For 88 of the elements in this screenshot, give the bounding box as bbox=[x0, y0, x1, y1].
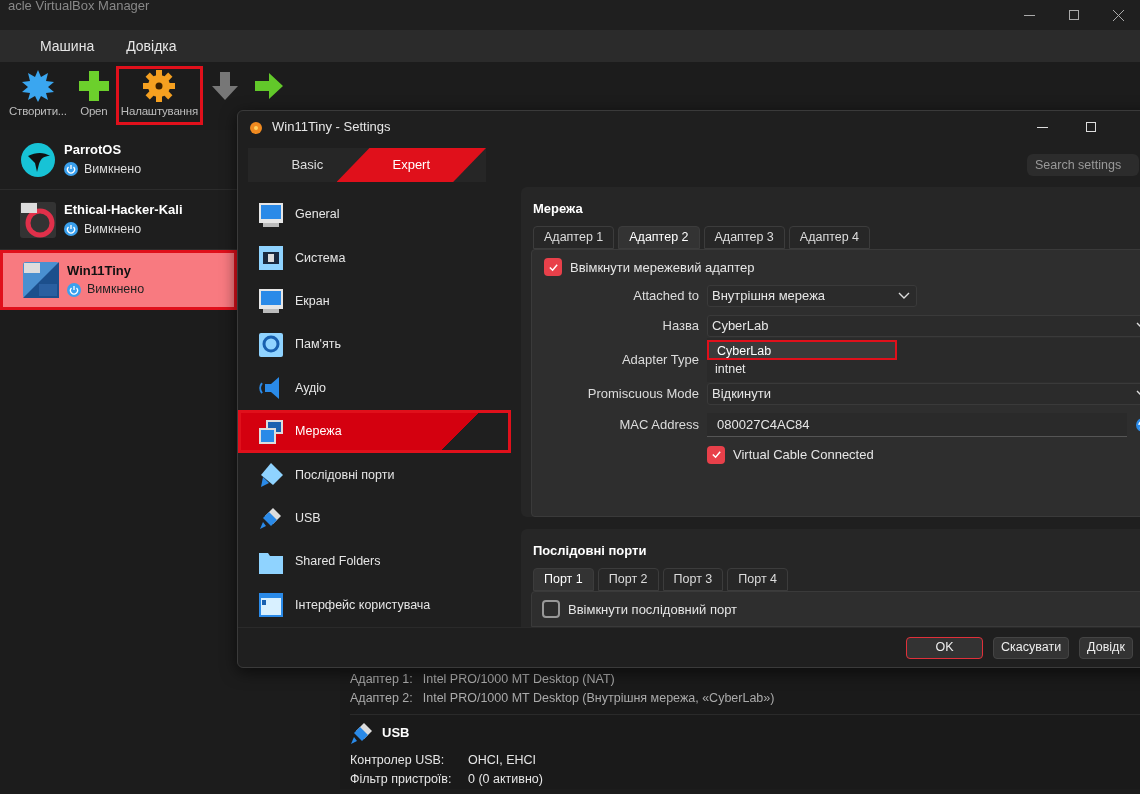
tab[interactable]: Адаптер 4 bbox=[788, 225, 871, 249]
tab[interactable]: Адаптер 3 bbox=[703, 225, 785, 249]
mac-address-field[interactable]: 080027C4AC84 bbox=[707, 413, 1127, 437]
tab[interactable]: Адаптер 2 bbox=[618, 225, 700, 249]
toolbar-button[interactable]: Open bbox=[71, 66, 116, 126]
section-heading: Мережа bbox=[532, 200, 584, 218]
vm-name: Ethical-Hacker-Kali bbox=[64, 201, 183, 220]
starburst-icon bbox=[20, 69, 55, 103]
detail-label: Адаптер 2: bbox=[350, 690, 413, 707]
checkbox[interactable] bbox=[542, 600, 560, 619]
promiscuous-mode-dropdown[interactable]: Відкинути bbox=[707, 383, 1140, 405]
network-icon bbox=[259, 419, 283, 444]
tab[interactable]: Порт 3 bbox=[662, 567, 724, 591]
checkbox-label: Ввімкнути мережевий адаптер bbox=[570, 258, 755, 277]
toolbar-button[interactable]: Налаштування bbox=[115, 66, 203, 126]
tab[interactable]: Порт 2 bbox=[597, 567, 659, 591]
settings-nav-item[interactable]: USB bbox=[238, 496, 511, 541]
vm-name: Win11Tiny bbox=[67, 261, 132, 280]
field-label: Назва bbox=[661, 317, 699, 336]
usb-plug-icon bbox=[350, 721, 374, 745]
dialog-title: Win11Tiny - Settings bbox=[272, 118, 391, 137]
window-title: acle VirtualBox Manager bbox=[8, 0, 150, 16]
plus-icon bbox=[76, 69, 111, 103]
settings-nav-item[interactable]: Аудіо bbox=[238, 366, 511, 410]
detail-value: Intel PRO/1000 MT Desktop (Внутрішня мережа, «CyberLab») bbox=[422, 690, 775, 707]
field-label: Attached to bbox=[632, 287, 699, 306]
dialog-button[interactable]: Довідк bbox=[1079, 636, 1133, 659]
checkbox-label: Virtual Cable Connected bbox=[733, 446, 874, 464]
checkbox[interactable] bbox=[707, 445, 725, 464]
detail-label: Фільтр пристроїв: bbox=[350, 771, 453, 788]
settings-nav-item[interactable]: Пам'ять bbox=[238, 323, 511, 367]
detail-value: 0 (0 активно) bbox=[468, 771, 544, 788]
settings-nav-item[interactable]: Інтерфейс користувача bbox=[238, 583, 511, 627]
settings-nav-item[interactable]: Система bbox=[238, 236, 511, 280]
monitor-icon bbox=[259, 289, 283, 314]
chip-icon bbox=[259, 246, 283, 271]
bird-logo-icon bbox=[20, 141, 56, 178]
minimize-icon[interactable] bbox=[1037, 126, 1048, 128]
checkbox-label: Ввімкнути послідовний порт bbox=[568, 600, 738, 619]
chevron-down-icon bbox=[898, 292, 910, 300]
search-field[interactable]: Search settings bbox=[1027, 154, 1139, 176]
checkmark-icon bbox=[710, 449, 722, 461]
power-icon bbox=[67, 282, 81, 297]
field-label: MAC Address bbox=[618, 416, 699, 435]
detail-value: OHCI, EHCI bbox=[468, 752, 538, 769]
section-heading: USB bbox=[382, 724, 410, 743]
usb-plug-icon bbox=[259, 506, 283, 531]
detail-value: Intel PRO/1000 MT Desktop (NAT) bbox=[422, 671, 615, 688]
tab[interactable]: Адаптер 1 bbox=[533, 225, 615, 249]
maximize-icon[interactable] bbox=[1069, 10, 1079, 20]
detail-label: Адаптер 1: bbox=[350, 671, 413, 688]
menu-item[interactable]: Машина bbox=[40, 35, 95, 57]
window-layout-icon bbox=[259, 593, 283, 618]
monitor-icon bbox=[259, 202, 283, 227]
tab[interactable]: Порт 4 bbox=[727, 567, 789, 591]
dialog-button[interactable]: Скасувати bbox=[993, 636, 1070, 659]
settings-nav-item[interactable]: Мережа bbox=[238, 409, 511, 454]
dropdown-option[interactable]: CyberLab bbox=[707, 340, 897, 360]
section-heading: Послідовні порти bbox=[532, 542, 648, 560]
toolbar-button[interactable]: Створити... bbox=[4, 66, 72, 126]
vm-status: Вимкнено bbox=[84, 160, 142, 178]
settings-nav-item[interactable]: General bbox=[238, 193, 511, 237]
tab[interactable]: Порт 1 bbox=[533, 567, 594, 591]
vm-status: Вимкнено bbox=[87, 281, 145, 299]
checkmark-icon bbox=[547, 261, 559, 273]
mode-tab[interactable]: Expert bbox=[336, 148, 486, 182]
dropdown-option[interactable]: intnet bbox=[707, 360, 1140, 380]
menu-item[interactable]: Довідка bbox=[126, 35, 177, 57]
vm-status: Вимкнено bbox=[84, 220, 142, 238]
attached-to-dropdown[interactable]: Внутрішня мережа bbox=[707, 285, 917, 307]
power-icon bbox=[64, 162, 78, 177]
vm-list-item[interactable]: Win11Tiny Вимкнено bbox=[0, 250, 237, 310]
detail-label: Контролер USB: bbox=[350, 752, 446, 769]
close-icon[interactable] bbox=[1113, 9, 1124, 21]
vm-name: ParrotOS bbox=[64, 141, 123, 160]
dialog-button[interactable]: OK bbox=[906, 636, 983, 659]
settings-nav-item[interactable]: Shared Folders bbox=[238, 540, 511, 584]
field-label: Adapter Type bbox=[620, 351, 699, 370]
minimize-icon[interactable] bbox=[1024, 14, 1035, 16]
power-icon bbox=[64, 222, 78, 237]
field-label: Promiscuous Mode bbox=[586, 385, 699, 404]
swirl-os-icon bbox=[20, 201, 56, 238]
windows-os-icon bbox=[23, 262, 59, 298]
name-dropdown[interactable]: CyberLab bbox=[707, 315, 1140, 337]
settings-nav-item[interactable]: Послідовні порти bbox=[238, 453, 511, 497]
settings-nav-item[interactable]: Екран bbox=[238, 279, 511, 324]
checkbox[interactable] bbox=[544, 258, 562, 277]
connector-icon bbox=[259, 463, 283, 488]
